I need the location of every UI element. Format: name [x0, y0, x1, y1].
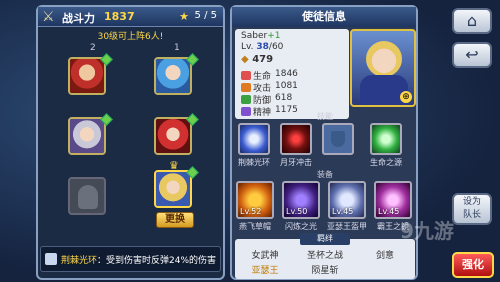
hero-name-text: Saber — [241, 31, 268, 41]
swap-button[interactable]: 更换 — [156, 212, 194, 228]
set-leader-line2: 队长 — [462, 210, 481, 220]
bond-box: 羁绊 女武神 圣杯之战 剑意 亚瑟王 陨星斩 — [235, 233, 415, 279]
bond-header: 羁绊 — [300, 233, 350, 245]
shield-icon — [331, 131, 345, 147]
team-header: ⚔ 战斗力 1837 ★ 5 / 5 — [38, 7, 223, 27]
level-hint: 30级可上阵6人! — [97, 32, 164, 42]
equip-slot-2[interactable]: Lv.50 — [282, 181, 320, 219]
skills-header: 技能 — [317, 112, 333, 121]
equip-level: Lv.50 — [286, 207, 308, 216]
skill-life-source[interactable] — [370, 123, 402, 155]
level-max: /60 — [268, 42, 284, 52]
skill-name: 荆棘光环 — [61, 256, 98, 266]
level-line: Lv. 38/60 — [241, 42, 283, 52]
equip-slot-3[interactable]: Lv.45 — [328, 181, 366, 219]
team-panel: ⚔ 战斗力 1837 ★ 5 / 5 30级可上阵6人! 2 1 ♛ 更换 荆棘… — [36, 5, 225, 280]
hero-card-white-hair[interactable] — [68, 117, 106, 155]
bond-item: 圣杯之战 — [306, 251, 343, 261]
equip-level: Lv.45 — [332, 207, 354, 216]
skill-label: 月牙冲击 — [280, 158, 312, 167]
slot-count: 5 / 5 — [194, 10, 217, 21]
hero-info-title: 使徒信息 — [232, 7, 416, 27]
home-icon: ⌂ — [466, 11, 478, 30]
enhance-button[interactable]: 强化 — [452, 252, 494, 278]
cost-line: ◆ 479 — [241, 54, 273, 65]
stats-box: Saber+1 Lv. 38/60 ◆ 479 生命 1846 攻击 1081 防御… — [235, 29, 349, 119]
equip-name: 亚瑟王盔甲 — [327, 222, 367, 231]
portrait-face — [366, 41, 402, 77]
level-label: Lv. — [241, 42, 254, 52]
watermark-logo: 9九游 — [400, 219, 454, 243]
locked-slot — [68, 177, 106, 215]
back-button[interactable]: ↩ — [452, 42, 492, 68]
zoom-icon[interactable]: ⊕ — [400, 91, 412, 103]
skill-label: 荆棘光环 — [238, 158, 270, 167]
equip-level: Lv.52 — [240, 207, 262, 216]
hero-card-red-hair[interactable] — [154, 117, 192, 155]
hero-info-panel: 使徒信息 Saber+1 Lv. 38/60 ◆ 479 生命 1846 攻击 10… — [230, 5, 418, 280]
shield-icon — [241, 95, 251, 104]
power-value: 1837 — [104, 10, 135, 23]
skill-desc: ：受到伤害时反弹24%的伤害 — [97, 256, 217, 266]
level-value: 38 — [256, 42, 269, 52]
equip-slot-4[interactable]: Lv.45 — [374, 181, 412, 219]
skill-shield[interactable] — [322, 123, 354, 155]
equip-header: 装备 — [317, 170, 333, 179]
set-leader-line1: 设为 — [462, 197, 481, 207]
hero-name: Saber+1 — [241, 31, 280, 41]
leader-skill-bar: 荆棘光环：受到伤害时反弹24%的伤害 — [40, 246, 221, 272]
leader-skill-text: 荆棘光环：受到伤害时反弹24%的伤害 — [61, 253, 216, 266]
stat-value: 1081 — [275, 81, 298, 91]
bond-item: 剑意 — [375, 251, 394, 261]
stat-value: 618 — [275, 93, 293, 103]
set-leader-button[interactable]: 设为 队长 — [452, 193, 492, 225]
watermark-text: 九游 — [413, 219, 454, 243]
locked-silhouette-icon — [78, 185, 98, 209]
equip-name: 闪炼之光 — [285, 222, 317, 231]
column-label-2: 2 — [90, 43, 96, 53]
hero-portrait[interactable]: ⊕ — [350, 29, 416, 107]
stat-value: 1846 — [275, 69, 298, 79]
equip-slot-1[interactable]: Lv.52 — [236, 181, 274, 219]
skill-label: 生命之源 — [370, 158, 402, 167]
power-label: 战斗力 — [62, 12, 95, 25]
bond-item: 女武神 — [251, 251, 279, 261]
hero-plus: +1 — [267, 31, 281, 41]
equip-name: 燕飞草帽 — [239, 222, 271, 231]
skill-thorn-aura[interactable] — [238, 123, 270, 155]
hero-card-gaara[interactable] — [68, 57, 106, 95]
home-button[interactable]: ⌂ — [452, 8, 492, 34]
sword-icon — [241, 83, 251, 92]
skill-crescent-strike[interactable] — [280, 123, 312, 155]
hero-card-saber[interactable] — [154, 170, 192, 208]
cost-value: 479 — [252, 54, 274, 65]
bond-item: 陨星斩 — [311, 266, 339, 276]
bond-item-active: 亚瑟王 — [251, 266, 279, 276]
star-icon: ★ — [179, 10, 189, 23]
back-arrow-icon: ↩ — [465, 45, 479, 64]
heart-icon — [241, 71, 251, 80]
cost-icon: ◆ — [241, 54, 249, 65]
equip-level: Lv.45 — [378, 207, 400, 216]
hero-card-blue-hair[interactable] — [154, 57, 192, 95]
book-icon — [45, 253, 57, 265]
column-label-1: 1 — [174, 43, 180, 53]
swords-icon: ⚔ — [42, 9, 55, 25]
